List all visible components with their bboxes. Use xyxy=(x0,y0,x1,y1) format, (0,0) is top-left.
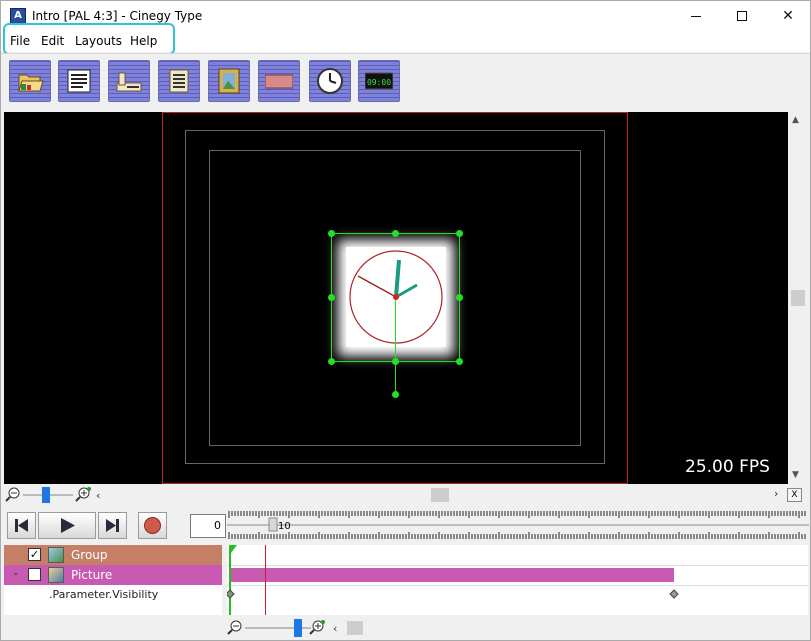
timeline-scroll-thumb[interactable] xyxy=(347,621,363,635)
scroll-left-icon[interactable]: ‹ xyxy=(96,489,100,502)
record-icon xyxy=(144,517,161,534)
text-document-icon xyxy=(67,69,91,93)
picture-layer-icon xyxy=(48,567,64,583)
handle-top-right xyxy=(456,230,463,237)
zoom-out-icon[interactable] xyxy=(5,487,20,502)
maximize-button[interactable] xyxy=(719,1,765,31)
timeline-zoom-in-icon[interactable] xyxy=(309,620,325,635)
maximize-icon xyxy=(737,11,747,21)
track-row-group[interactable]: ✓ Group xyxy=(4,545,222,565)
play-button[interactable] xyxy=(38,512,96,539)
menu-file[interactable]: File xyxy=(10,34,30,48)
menu-layouts[interactable]: Layouts xyxy=(75,34,122,48)
menu-help[interactable]: Help xyxy=(130,34,157,48)
group-visibility-checkbox[interactable]: ✓ xyxy=(28,548,41,561)
track-row-picture[interactable]: ⌄ Picture xyxy=(4,565,222,585)
digital-clock-icon: 09:00 xyxy=(365,72,393,90)
analog-clock-icon xyxy=(317,68,343,94)
picture-visibility-checkbox[interactable] xyxy=(28,568,41,581)
minimize-button[interactable] xyxy=(673,1,719,31)
analog-clock-button[interactable] xyxy=(309,60,351,102)
preview-canvas[interactable]: 25.00 FPS xyxy=(4,112,788,484)
go-to-end-button[interactable] xyxy=(98,512,127,539)
app-window: A Intro [PAL 4:3] - Cinegy Type ✕ File E… xyxy=(0,0,811,641)
roll-text-icon xyxy=(169,69,189,93)
clock-center-pivot xyxy=(393,294,399,300)
timeline-scroll-left-icon[interactable]: ‹ xyxy=(333,622,337,635)
handle-bottom xyxy=(392,358,399,365)
digital-clock-button[interactable]: 09:00 xyxy=(358,60,400,102)
preview-horizontal-thumb[interactable] xyxy=(431,488,449,502)
window-title: Intro [PAL 4:3] - Cinegy Type xyxy=(32,9,203,23)
zoom-slider-thumb[interactable] xyxy=(42,487,50,503)
keyframe-start[interactable] xyxy=(227,589,235,599)
timeline-lanes[interactable] xyxy=(227,545,808,615)
scroll-up-icon[interactable]: ▲ xyxy=(792,115,799,125)
preview-scene xyxy=(162,112,628,484)
open-button[interactable] xyxy=(9,60,51,102)
skip-end-icon xyxy=(106,519,119,532)
crawl-text-icon xyxy=(116,72,142,92)
track-row-parameter[interactable]: .Parameter.Visibility xyxy=(4,585,222,605)
zoom-in-icon[interactable] xyxy=(75,487,91,502)
fps-readout: 25.00 FPS xyxy=(685,457,770,477)
minimize-icon xyxy=(691,15,701,17)
rotation-handle xyxy=(392,391,399,398)
ruler-marker-label: 10 xyxy=(278,521,291,532)
close-button[interactable]: ✕ xyxy=(765,1,811,31)
scroll-thumb[interactable] xyxy=(791,290,805,306)
skip-start-icon xyxy=(15,519,28,532)
frame-number-field[interactable]: 0 xyxy=(190,514,226,538)
timeline-zoom-thumb[interactable] xyxy=(294,619,302,637)
group-layer-icon xyxy=(48,547,64,563)
track-list: ✓ Group ⌄ Picture .Parameter.Visibility xyxy=(4,545,222,615)
app-logo-icon: A xyxy=(10,8,26,24)
preview-vertical-scrollbar[interactable]: ▲ ▼ xyxy=(788,112,808,484)
expand-chevron-icon[interactable]: ⌄ xyxy=(12,568,20,578)
handle-top-left xyxy=(328,230,335,237)
handle-left xyxy=(328,294,335,301)
timeline-zoom-bar: ‹ xyxy=(1,617,810,641)
parameter-visibility-label: .Parameter.Visibility xyxy=(49,588,159,601)
timeline-zoom-out-icon[interactable] xyxy=(227,620,242,635)
open-folder-icon xyxy=(18,74,44,92)
handle-right xyxy=(456,294,463,301)
handle-bottom-left xyxy=(328,358,335,365)
zoom-bar: ‹ › xyxy=(1,485,810,505)
track-label-group: Group xyxy=(71,548,108,562)
roll-button[interactable] xyxy=(158,60,200,102)
scroll-right-icon[interactable]: › xyxy=(774,487,778,500)
track-label-picture: Picture xyxy=(71,568,113,582)
go-to-start-button[interactable] xyxy=(7,512,36,539)
text-button[interactable] xyxy=(58,60,100,102)
menu-edit[interactable]: Edit xyxy=(41,34,64,48)
keyframe-end[interactable] xyxy=(669,589,679,599)
record-button[interactable] xyxy=(138,512,167,539)
handle-top xyxy=(392,230,399,237)
picture-button[interactable] xyxy=(208,60,250,102)
toolbar: 09:00 xyxy=(1,53,810,107)
ruler-ticks-top xyxy=(228,511,806,518)
handle-bottom-right xyxy=(456,358,463,365)
rectangle-shape-icon xyxy=(265,74,293,89)
ruler-marker-thumb[interactable] xyxy=(268,517,278,532)
ruler-ticks-bottom xyxy=(228,532,806,539)
timeline-ruler[interactable]: 10 xyxy=(227,509,809,539)
playhead-flag-icon[interactable] xyxy=(229,545,237,553)
digital-clock-text: 09:00 xyxy=(367,78,391,87)
rectangle-button[interactable] xyxy=(258,60,300,102)
play-icon xyxy=(61,518,75,533)
scroll-down-icon[interactable]: ▼ xyxy=(792,470,799,480)
keyframe-layer xyxy=(227,545,679,599)
picture-frame-icon xyxy=(218,68,240,94)
close-timeline-button[interactable]: X xyxy=(787,488,802,502)
crawl-button[interactable] xyxy=(108,60,150,102)
